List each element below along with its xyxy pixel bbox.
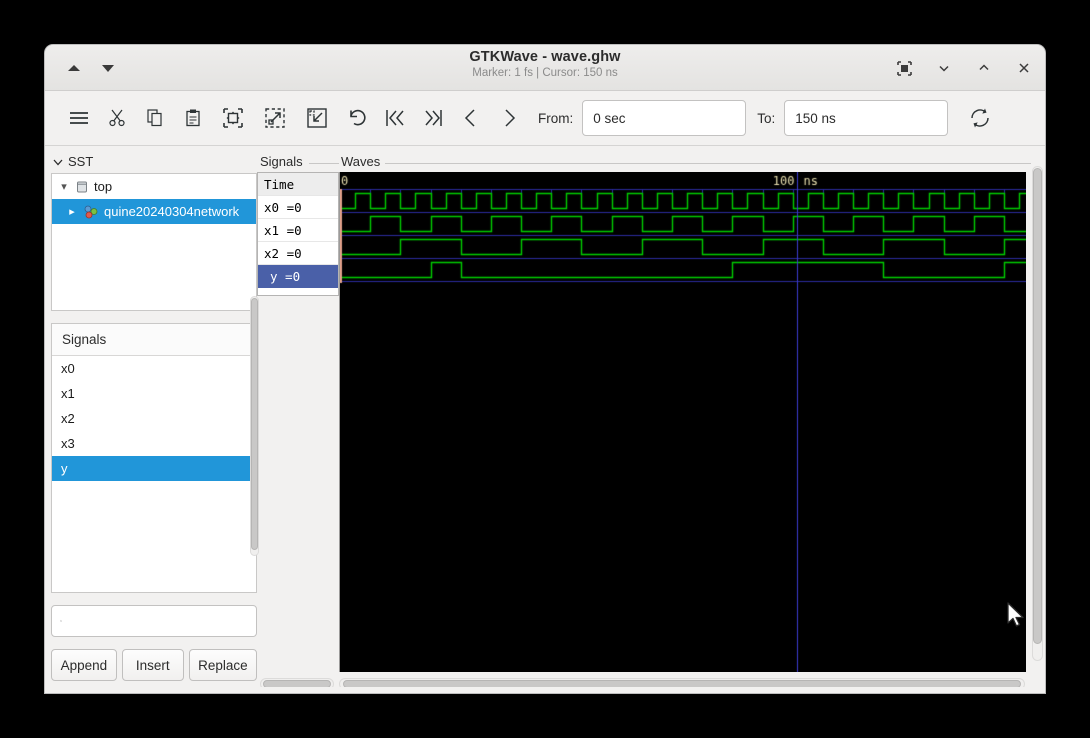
waveform-canvas[interactable] [340, 172, 1026, 672]
scrollbar-thumb[interactable] [1033, 168, 1042, 644]
minimize-button[interactable] [933, 57, 955, 79]
zoom-in-button[interactable] [255, 100, 295, 136]
undo-icon [350, 109, 366, 126]
window-controls [893, 45, 1035, 91]
paste-button[interactable] [175, 100, 211, 136]
hamburger-menu-icon [70, 112, 88, 124]
signal-item-x1[interactable]: x1 [52, 381, 256, 406]
go-first-button[interactable] [377, 100, 413, 136]
chevron-right-icon[interactable]: ▸ [66, 205, 78, 218]
nav-up-button[interactable] [63, 57, 85, 79]
zoom-fit-button[interactable] [213, 100, 253, 136]
sst-pane: SST ▾ top ▸ quine20240304network Signals… [45, 146, 259, 693]
title-bar: GTKWave - wave.ghw Marker: 1 fs | Cursor… [45, 45, 1045, 91]
waves-title: Waves [339, 154, 1045, 172]
signal-names-box[interactable]: Time x0 =0 x1 =0 x2 =0 y =0 [257, 172, 339, 296]
zoom-fit-icon [223, 108, 243, 128]
zoom-out-button[interactable] [297, 100, 337, 136]
reload-button[interactable] [962, 100, 998, 136]
tree-item-label: top [94, 179, 113, 194]
from-input[interactable]: 0 sec [582, 100, 747, 136]
copy-button[interactable] [137, 100, 173, 136]
search-icon [60, 620, 62, 622]
signal-item-x0[interactable]: x0 [52, 356, 256, 381]
nav-down-button[interactable] [97, 57, 119, 79]
tree-item-quine-network[interactable]: ▸ quine20240304network [52, 199, 256, 224]
tree-item-label: quine20240304network [104, 204, 240, 219]
sst-label: SST [68, 154, 94, 169]
action-buttons: Append Insert Replace [51, 649, 257, 681]
go-next-button[interactable] [491, 100, 527, 136]
signal-item-x3[interactable]: x3 [52, 431, 256, 456]
wave-canvas-wrap[interactable] [339, 172, 1045, 672]
go-next-icon [505, 109, 516, 127]
cut-button[interactable] [99, 100, 135, 136]
paste-icon [186, 109, 200, 127]
sst-header: SST [51, 154, 257, 173]
replace-button[interactable]: Replace [188, 649, 257, 681]
network-icon [83, 205, 99, 219]
zoom-out-icon [307, 108, 327, 128]
from-label: From: [538, 110, 574, 126]
triangle-up-icon [68, 65, 80, 71]
tree-item-top[interactable]: ▾ top [52, 174, 256, 199]
menu-button[interactable] [61, 100, 97, 136]
copy-icon [147, 109, 162, 127]
name-row-y[interactable]: y =0 [258, 265, 338, 288]
sst-tree[interactable]: ▾ top ▸ quine20240304network [51, 173, 257, 311]
name-row-x0[interactable]: x0 =0 [258, 196, 338, 219]
restore-window-button[interactable] [893, 57, 915, 79]
go-first-icon [386, 110, 404, 126]
to-input[interactable]: 150 ns [784, 100, 949, 136]
triangle-down-icon [102, 64, 114, 72]
append-button[interactable]: Append [51, 649, 117, 681]
main-toolbar: From: 0 sec To: 150 ns [45, 91, 1045, 146]
signals-list-header: Signals [52, 324, 256, 356]
window-bottom-edge [45, 687, 1045, 693]
cut-icon [109, 109, 125, 127]
close-button[interactable] [1013, 57, 1035, 79]
chevron-up-icon [979, 64, 989, 71]
close-icon [1019, 63, 1029, 73]
maximize-button[interactable] [973, 57, 995, 79]
search-input[interactable] [68, 612, 248, 630]
chevron-down-icon [53, 159, 63, 165]
go-last-icon [425, 110, 442, 126]
insert-button[interactable]: Insert [121, 649, 184, 681]
chevron-down-icon[interactable]: ▾ [58, 180, 70, 193]
signals-list[interactable]: Signals x0 x1 x2 x3 y [51, 323, 257, 593]
main-body: SST ▾ top ▸ quine20240304network Signals… [45, 146, 1045, 693]
titlebar-nav-buttons [55, 45, 119, 91]
go-last-button[interactable] [415, 100, 451, 136]
reload-icon [971, 108, 990, 128]
zoom-in-icon [265, 108, 285, 128]
signal-names-title: Signals [257, 154, 339, 172]
chevron-down-icon [939, 65, 949, 72]
to-label: To: [757, 110, 776, 126]
name-row-time: Time [258, 173, 338, 196]
to-value: 150 ns [795, 110, 836, 126]
signal-item-x2[interactable]: x2 [52, 406, 256, 431]
undo-button[interactable] [339, 100, 375, 136]
module-icon [75, 180, 89, 194]
go-previous-button[interactable] [453, 100, 489, 136]
name-row-x2[interactable]: x2 =0 [258, 242, 338, 265]
go-previous-icon [464, 109, 475, 127]
name-row-x1[interactable]: x1 =0 [258, 219, 338, 242]
from-value: 0 sec [593, 110, 626, 126]
signal-item-y[interactable]: y [52, 456, 256, 481]
waves-pane: Waves [339, 146, 1045, 693]
gtkwave-window: GTKWave - wave.ghw Marker: 1 fs | Cursor… [45, 45, 1045, 693]
search-box[interactable] [51, 605, 257, 637]
waves-vertical-scrollbar[interactable] [1032, 166, 1043, 661]
restore-window-icon [896, 60, 912, 76]
signal-names-pane: Signals Time x0 =0 x1 =0 x2 =0 y =0 [257, 146, 339, 693]
